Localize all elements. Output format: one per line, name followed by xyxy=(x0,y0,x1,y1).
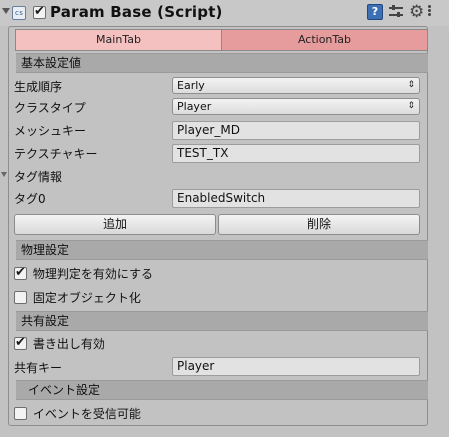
section-header-events: イベント設定 xyxy=(16,380,428,400)
tag-info-label[interactable]: タグ情報 xyxy=(14,168,62,185)
physics-enabled-row[interactable]: 物理判定を有効にする xyxy=(14,265,153,282)
component-title: Param Base (Script) xyxy=(50,3,223,21)
spawn-order-value: Early xyxy=(177,79,205,92)
write-enabled-checkbox[interactable] xyxy=(14,335,27,350)
component-enabled-checkbox[interactable] xyxy=(33,4,46,19)
tag0-input[interactable]: EnabledSwitch xyxy=(172,189,420,208)
section-header-physics: 物理設定 xyxy=(16,240,428,260)
class-type-dropdown[interactable]: Player ⇕ xyxy=(172,98,420,115)
dropdown-arrows-icon: ⇕ xyxy=(407,101,415,111)
more-options-icon[interactable] xyxy=(428,9,431,12)
tab-bar: MainTab ActionTab xyxy=(15,29,428,51)
preset-icon[interactable] xyxy=(388,4,404,20)
event-receive-checkbox[interactable] xyxy=(14,407,27,420)
tag-foldout-arrow-icon[interactable] xyxy=(1,172,7,177)
mesh-key-input[interactable]: Player_MD xyxy=(172,121,420,140)
event-receive-row[interactable]: イベントを受信可能 xyxy=(14,405,141,422)
texture-key-label: テクスチャキー xyxy=(14,147,98,161)
tab-main[interactable]: MainTab xyxy=(15,29,221,51)
shared-key-label: 共有キー xyxy=(14,361,63,375)
mesh-key-label: メッシュキー xyxy=(14,124,87,138)
tag0-label: タグ0 xyxy=(14,192,46,206)
class-type-label: クラスタイプ xyxy=(14,101,86,115)
texture-key-input[interactable]: TEST_TX xyxy=(172,144,420,163)
section-header-shared: 共有設定 xyxy=(16,311,428,331)
physics-enabled-checkbox[interactable] xyxy=(14,265,27,280)
tab-action[interactable]: ActionTab xyxy=(221,29,428,51)
section-header-basic: 基本設定値 xyxy=(16,53,428,73)
fixed-object-checkbox[interactable] xyxy=(14,291,27,304)
gear-icon[interactable]: ⚙ xyxy=(409,4,425,21)
spawn-order-dropdown[interactable]: Early ⇕ xyxy=(172,77,420,94)
spawn-order-label: 生成順序 xyxy=(14,80,63,94)
class-type-value: Player xyxy=(177,100,212,113)
add-button[interactable]: 追加 xyxy=(14,214,216,235)
write-enabled-row[interactable]: 書き出し有効 xyxy=(14,335,105,352)
fixed-object-row[interactable]: 固定オブジェクト化 xyxy=(14,289,141,306)
remove-button[interactable]: 削除 xyxy=(218,214,420,235)
write-enabled-label: 書き出し有効 xyxy=(32,337,105,351)
inspector-component-header: cs Param Base (Script) ? ⚙ xyxy=(0,0,449,26)
component-body: MainTab ActionTab 基本設定値 生成順序 Early ⇕ クラス… xyxy=(1,26,428,426)
shared-key-input[interactable]: Player xyxy=(172,357,420,376)
fixed-object-label: 固定オブジェクト化 xyxy=(32,291,141,305)
dropdown-arrows-icon: ⇕ xyxy=(407,80,415,90)
physics-enabled-label: 物理判定を有効にする xyxy=(32,267,153,281)
event-receive-label: イベントを受信可能 xyxy=(32,407,141,421)
help-book-icon[interactable]: ? xyxy=(367,4,383,20)
script-file-icon: cs xyxy=(12,6,26,20)
foldout-arrow-icon[interactable] xyxy=(2,8,10,14)
